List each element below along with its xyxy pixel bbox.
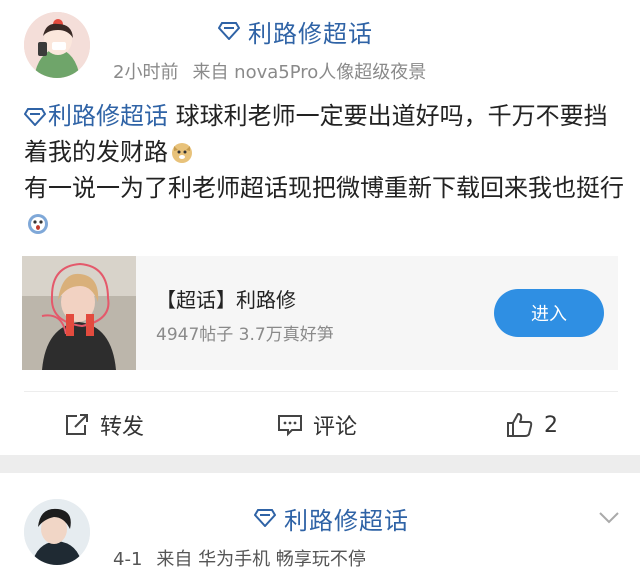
chevron-down-icon[interactable] <box>598 511 620 525</box>
card-title: 【超话】利路修 <box>156 288 296 312</box>
avatar[interactable] <box>24 499 90 565</box>
repost-icon <box>66 414 88 435</box>
comment-label: 评论 <box>313 415 358 440</box>
enter-button[interactable]: 进入 <box>494 289 604 337</box>
like-count: 2 <box>544 412 558 438</box>
super-topic-card[interactable]: 【超话】利路修 4947帖子 3.7万真好笋 进入 <box>22 256 618 370</box>
post-time: 2小时前 <box>113 62 179 83</box>
diamond-icon <box>218 22 240 40</box>
post-content: 利路修超话 球球利老师一定要出道好吗，千万不要挡着我的发财路 有一说一为了利老师… <box>23 98 624 242</box>
like-button[interactable]: 2 <box>506 408 558 442</box>
avatar[interactable] <box>24 12 90 78</box>
comment-button[interactable]: 评论 <box>277 408 357 442</box>
topic-header[interactable]: 利路修超话 <box>254 503 409 535</box>
card-stats: 4947帖子 3.7万真好笋 <box>156 325 334 345</box>
shocked-emoji-icon <box>28 214 48 234</box>
post-source: 来自 华为手机 畅享玩不停 <box>156 549 366 570</box>
divider <box>24 391 618 392</box>
repost-label: 转发 <box>100 415 145 440</box>
like-icon <box>507 413 533 437</box>
topic-cover-image <box>22 256 136 370</box>
topic-name: 利路修超话 <box>248 19 373 48</box>
topic-header[interactable]: 利路修超话 <box>218 16 373 48</box>
post-meta: 4-1 来自 华为手机 畅享玩不停 <box>113 545 380 571</box>
post-meta: 2小时前 来自 nova5Pro人像超级夜景 <box>113 58 440 84</box>
comment-icon <box>278 415 302 437</box>
weibo-post: 利路修超话 2小时前 来自 nova5Pro人像超级夜景 利路修超话 球球利老师一… <box>0 0 640 455</box>
feed-separator <box>0 455 640 473</box>
doge-emoji-icon <box>172 143 192 163</box>
post-date: 4-1 <box>113 549 143 570</box>
repost-button[interactable]: 转发 <box>64 408 144 442</box>
content-line2: 有一说一为了利老师超话现把微博重新下载回来我也挺行 <box>24 174 624 202</box>
diamond-icon <box>23 108 47 127</box>
diamond-icon <box>254 509 276 527</box>
post-source: 来自 nova5Pro人像超级夜景 <box>192 62 427 83</box>
topic-name: 利路修超话 <box>284 506 409 535</box>
weibo-post: 利路修超话 4-1 来自 华为手机 畅享玩不停 <box>0 473 640 570</box>
topic-tag-link[interactable]: 利路修超话 <box>23 102 168 130</box>
